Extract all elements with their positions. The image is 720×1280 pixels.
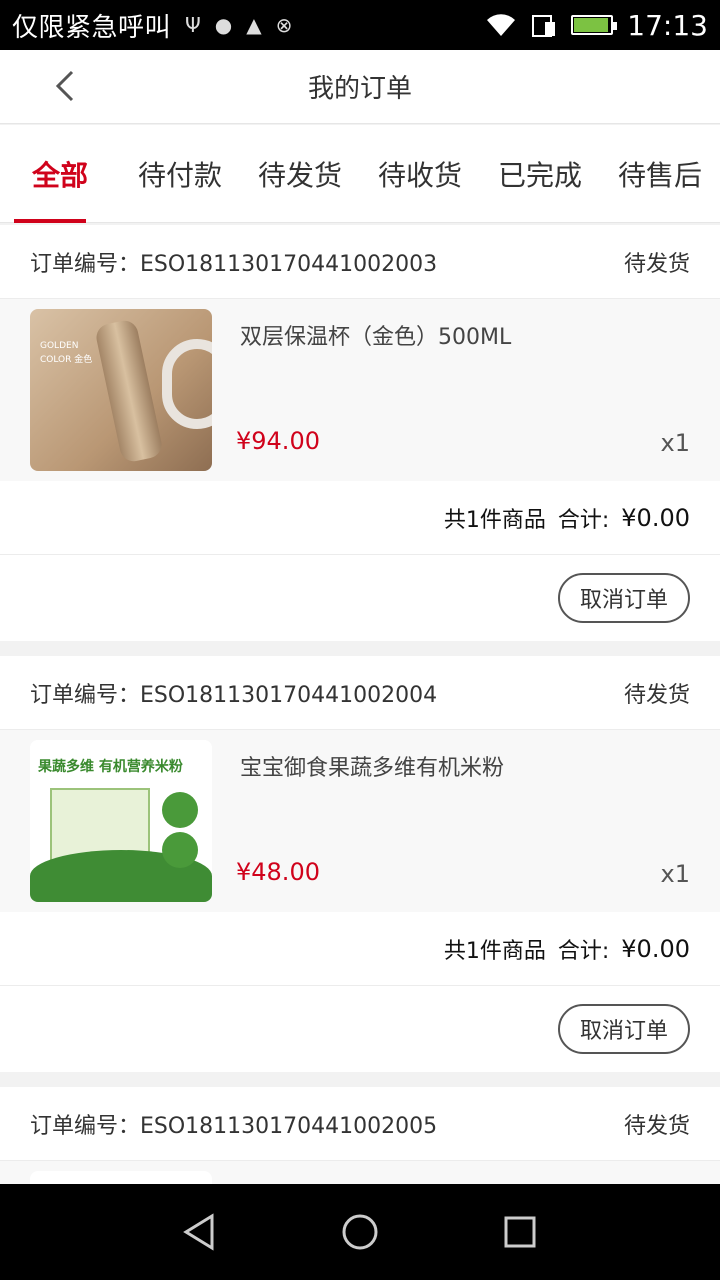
order-header: 订单编号：ESO181130170441002004 待发货 xyxy=(0,656,720,730)
headphones-shape xyxy=(162,339,212,429)
order-card: 订单编号：ESO181130170441002003 待发货 GOLDEN CO… xyxy=(0,225,720,641)
item-count: 共1件商品 xyxy=(443,507,546,533)
order-tabs: 全部 待付款 待发货 待收货 已完成 待售后 xyxy=(0,125,720,223)
app-header: 我的订单 xyxy=(0,50,720,124)
order-header: 订单编号：ESO181130170441002005 待发货 xyxy=(0,1087,720,1161)
product-name: 宝宝御食果蔬多维有机米粉 xyxy=(240,756,505,781)
total-amount: ¥0.00 xyxy=(621,503,690,532)
order-card: 订单编号：ESO181130170441002005 待发货 xyxy=(0,1087,720,1184)
tab-pending-receipt[interactable]: 待收货 xyxy=(360,125,480,223)
order-item[interactable]: GOLDEN COLOR 金色 双层保温杯（金色）500ML ¥94.00 x1 xyxy=(0,299,720,481)
cancel-order-button[interactable]: 取消订单 xyxy=(557,573,690,623)
android-icon: ● xyxy=(214,13,233,37)
order-number: 订单编号：ESO181130170441002003 xyxy=(30,251,438,277)
page-title: 我的订单 xyxy=(307,74,412,104)
total-label: 合计: xyxy=(557,938,610,964)
product-image xyxy=(30,1171,212,1184)
image-caption: 果蔬多维 有机营养米粉 xyxy=(38,759,183,775)
tab-completed[interactable]: 已完成 xyxy=(480,125,600,223)
back-triangle-icon[interactable] xyxy=(180,1212,220,1252)
product-quantity: x1 xyxy=(660,860,690,888)
sync-icon: ⊗ xyxy=(275,13,293,37)
product-price: ¥48.00 xyxy=(236,858,320,886)
battery-icon xyxy=(571,15,618,35)
order-header: 订单编号：ESO181130170441002003 待发货 xyxy=(0,225,720,299)
total-amount: ¥0.00 xyxy=(621,934,690,963)
tab-pending-shipment[interactable]: 待发货 xyxy=(240,125,360,223)
back-arrow-icon[interactable] xyxy=(48,68,84,104)
product-image-rice-cereal: 果蔬多维 有机营养米粉 xyxy=(30,740,212,902)
order-status: 待发货 xyxy=(623,251,690,277)
item-count: 共1件商品 xyxy=(443,938,546,964)
order-item[interactable]: 果蔬多维 有机营养米粉 宝宝御食果蔬多维有机米粉 ¥48.00 x1 xyxy=(0,730,720,912)
status-bar: 仅限紧急呼叫 Ψ ● ▲ ⊗ 17:13 xyxy=(0,0,720,50)
low-sugar-badge xyxy=(162,792,198,828)
notification-icons: Ψ ● ▲ ⊗ xyxy=(185,13,292,37)
product-image-thermos: GOLDEN COLOR 金色 xyxy=(30,309,212,471)
storage-warning-icon: ▲ xyxy=(246,13,262,37)
order-card: 订单编号：ESO181130170441002004 待发货 果蔬多维 有机营养… xyxy=(0,656,720,1072)
tab-all[interactable]: 全部 xyxy=(0,125,120,223)
cancel-order-button[interactable]: 取消订单 xyxy=(557,1004,690,1054)
order-status: 待发货 xyxy=(623,682,690,708)
organic-badge xyxy=(162,832,198,868)
tab-after-sales[interactable]: 待售后 xyxy=(600,125,720,223)
carrier-text: 仅限紧急呼叫 xyxy=(12,12,172,43)
image-caption: GOLDEN COLOR 金色 xyxy=(40,341,93,365)
product-quantity: x1 xyxy=(660,429,690,457)
product-price: ¥94.00 xyxy=(236,427,320,455)
usb-icon: Ψ xyxy=(185,13,201,37)
recents-square-icon[interactable] xyxy=(500,1212,540,1252)
system-nav-bar xyxy=(0,1184,720,1280)
order-number: 订单编号：ESO181130170441002005 xyxy=(30,1113,438,1139)
order-number: 订单编号：ESO181130170441002004 xyxy=(30,682,438,708)
order-actions: 取消订单 xyxy=(0,555,720,641)
home-circle-icon[interactable] xyxy=(340,1212,380,1252)
order-status: 待发货 xyxy=(623,1113,690,1139)
product-name: 双层保温杯（金色）500ML xyxy=(240,325,512,350)
order-summary: 共1件商品 合计: ¥0.00 xyxy=(0,481,720,555)
tab-pending-payment[interactable]: 待付款 xyxy=(120,125,240,223)
wifi-icon xyxy=(487,14,516,36)
order-summary: 共1件商品 合计: ¥0.00 xyxy=(0,912,720,986)
clock: 17:13 xyxy=(627,8,708,42)
order-actions: 取消订单 xyxy=(0,986,720,1072)
total-label: 合计: xyxy=(557,507,610,533)
order-item[interactable] xyxy=(0,1161,720,1184)
sim-warning-icon xyxy=(532,15,556,37)
